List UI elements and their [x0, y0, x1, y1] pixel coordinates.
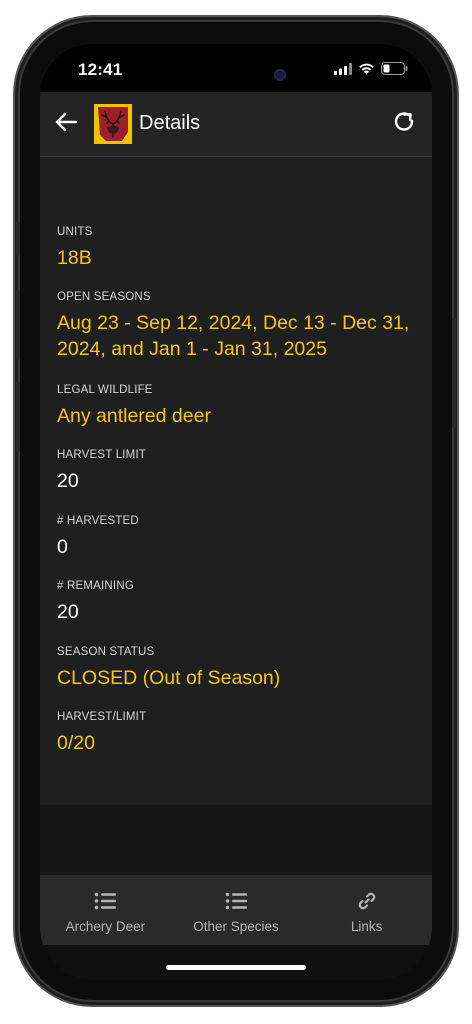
field-units: UNITS 18B	[57, 225, 417, 271]
field-value: Any antlered deer	[57, 405, 211, 427]
field-label: OPEN SEASONS	[57, 291, 151, 303]
signal-icon	[334, 62, 352, 75]
field-open-seasons: OPEN SEASONS Aug 23 - Sep 12, 2024, Dec …	[57, 290, 417, 362]
tab-other-species[interactable]: Other Species	[171, 875, 302, 945]
status-bar: 12:41	[40, 44, 432, 97]
deer-antler-logo-icon	[94, 104, 132, 144]
field-label: LEGAL WILDLIFE	[57, 384, 153, 396]
field-label: HARVEST/LIMIT	[57, 711, 147, 723]
field-label: # REMAINING	[57, 580, 134, 592]
field-legal-wildlife: LEGAL WILDLIFE Any antlered deer	[57, 383, 417, 429]
refresh-button[interactable]	[390, 108, 418, 136]
back-button[interactable]	[52, 108, 80, 136]
app-bar: Details	[40, 92, 432, 157]
field-label: SEASON STATUS	[57, 646, 155, 658]
field-harvest-limit: HARVEST LIMIT 20	[57, 448, 417, 494]
bottom-tab-bar: Archery Deer Other Species Links	[40, 875, 432, 945]
field-label: UNITS	[57, 226, 93, 238]
arrow-left-icon	[55, 112, 77, 132]
page-title: Details	[139, 112, 201, 134]
field-value: 0/20	[57, 732, 95, 754]
power-button	[452, 318, 456, 428]
screen: 12:41 Details UNITS 18B OPEN SEASONS Aug…	[40, 44, 432, 980]
field-label: # HARVESTED	[57, 515, 139, 527]
field-value: 0	[57, 536, 68, 558]
field-label: HARVEST LIMIT	[57, 449, 147, 461]
wifi-icon	[359, 63, 374, 75]
volume-up-button	[16, 290, 20, 360]
content-footer-space	[40, 805, 432, 875]
field-harvest-ratio: HARVEST/LIMIT 0/20	[57, 710, 417, 756]
link-icon	[355, 889, 379, 913]
list-icon	[224, 889, 248, 913]
details-content: UNITS 18B OPEN SEASONS Aug 23 - Sep 12, …	[40, 157, 432, 805]
field-value: 20	[57, 470, 79, 492]
home-area	[40, 945, 432, 980]
tab-label: Other Species	[193, 919, 279, 934]
tab-archery-deer[interactable]: Archery Deer	[40, 875, 171, 945]
field-value: CLOSED (Out of Season)	[57, 667, 281, 689]
field-remaining: # REMAINING 20	[57, 579, 417, 625]
app-logo	[94, 104, 132, 144]
field-harvested: # HARVESTED 0	[57, 514, 417, 560]
tab-label: Archery Deer	[65, 919, 146, 934]
refresh-icon	[394, 112, 414, 131]
field-value: 20	[57, 601, 79, 623]
field-value: 18B	[57, 247, 92, 269]
volume-down-button	[16, 382, 20, 452]
action-button	[16, 222, 20, 256]
dynamic-island	[174, 55, 298, 97]
tab-label: Links	[350, 919, 383, 934]
status-icons	[334, 62, 408, 75]
tab-links[interactable]: Links	[301, 875, 432, 945]
camera-icon	[274, 69, 286, 81]
home-indicator[interactable]	[166, 965, 306, 970]
list-icon	[93, 889, 117, 913]
battery-icon	[381, 62, 408, 75]
field-value: Aug 23 - Sep 12, 2024, Dec 13 - Dec 31, …	[57, 312, 410, 360]
status-time: 12:41	[78, 60, 123, 79]
field-season-status: SEASON STATUS CLOSED (Out of Season)	[57, 645, 417, 691]
